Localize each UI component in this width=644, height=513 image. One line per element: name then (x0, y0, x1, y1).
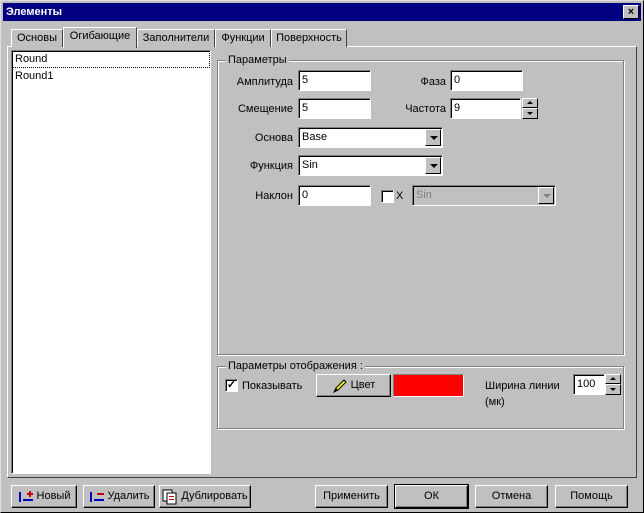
offset-label: Смещение (237, 103, 293, 115)
dialog-window: Элементы × Основы Огибающие Заполнители … (0, 0, 644, 513)
line-width-spinner[interactable] (605, 374, 621, 395)
slope-input[interactable]: 0 (298, 185, 371, 206)
tab-envelopes[interactable]: Огибающие (63, 27, 137, 48)
close-button[interactable]: × (623, 5, 639, 19)
list-item[interactable]: Round (12, 51, 210, 68)
offset-input[interactable]: 5 (298, 98, 371, 119)
duplicate-button-label: Дублировать (181, 490, 248, 502)
base-select-value: Base (302, 131, 328, 143)
tab-basics[interactable]: Основы (11, 29, 63, 47)
add-item-icon (18, 489, 34, 505)
amplitude-label: Амплитуда (236, 76, 293, 88)
frequency-spinner[interactable] (522, 98, 538, 119)
apply-button[interactable]: Применить (315, 485, 388, 508)
title-bar[interactable]: Элементы × (3, 3, 641, 21)
x-function-value: Sin (416, 189, 432, 201)
frequency-label: Частота (405, 103, 446, 115)
spin-up-icon[interactable] (605, 374, 621, 384)
color-button-label: Цвет (350, 379, 376, 391)
envelope-list[interactable]: Round Round1 (11, 50, 211, 474)
function-select[interactable]: Sin (298, 155, 443, 176)
x-label: X (396, 190, 404, 202)
color-swatch[interactable] (393, 374, 464, 397)
show-label: Показывать (242, 380, 303, 392)
duplicate-button[interactable]: Дублировать (159, 485, 251, 508)
frequency-input[interactable]: 9 (450, 98, 521, 119)
tab-surface[interactable]: Поверхность (271, 29, 347, 47)
help-button[interactable]: Помощь (555, 485, 628, 508)
check-icon: ✓ (226, 379, 237, 391)
base-select[interactable]: Base (298, 127, 443, 148)
spin-down-icon[interactable] (522, 108, 538, 119)
function-label: Функция (249, 160, 293, 172)
new-button-label: Новый (36, 490, 71, 502)
delete-button[interactable]: Удалить (83, 485, 155, 508)
spin-down-icon[interactable] (605, 384, 621, 395)
chevron-down-icon (538, 187, 554, 204)
x-checkbox[interactable] (381, 190, 394, 203)
tab-fillers[interactable]: Заполнители (137, 29, 215, 47)
duplicate-icon (162, 489, 178, 505)
amplitude-input[interactable]: 5 (298, 70, 371, 91)
spin-up-icon[interactable] (522, 98, 538, 108)
window-title: Элементы (6, 6, 63, 18)
color-button[interactable]: Цвет (316, 374, 391, 397)
chevron-down-icon[interactable] (425, 157, 441, 174)
slope-label: Наклон (255, 190, 293, 202)
line-width-label: Ширина линии (мк) (485, 380, 560, 408)
function-select-value: Sin (302, 159, 318, 171)
display-params-title: Параметры отображения : (226, 359, 365, 373)
list-item[interactable]: Round1 (12, 68, 210, 85)
chevron-down-icon[interactable] (425, 129, 441, 146)
ok-button[interactable]: ОК (394, 484, 469, 509)
base-label: Основа (254, 132, 293, 144)
line-width-input[interactable]: 100 (573, 374, 605, 395)
tab-functions[interactable]: Функции (215, 29, 271, 47)
phase-input[interactable]: 0 (450, 70, 523, 91)
cancel-button[interactable]: Отмена (475, 485, 548, 508)
close-icon: × (627, 6, 635, 18)
phase-label: Фаза (420, 76, 446, 88)
x-function-select: Sin (412, 185, 556, 206)
pencil-icon (332, 378, 348, 394)
delete-button-label: Удалить (107, 490, 150, 502)
parameters-group-title: Параметры (226, 53, 289, 67)
show-checkbox[interactable]: ✓ (225, 379, 238, 392)
new-button[interactable]: Новый (11, 485, 77, 508)
remove-item-icon (89, 489, 105, 505)
